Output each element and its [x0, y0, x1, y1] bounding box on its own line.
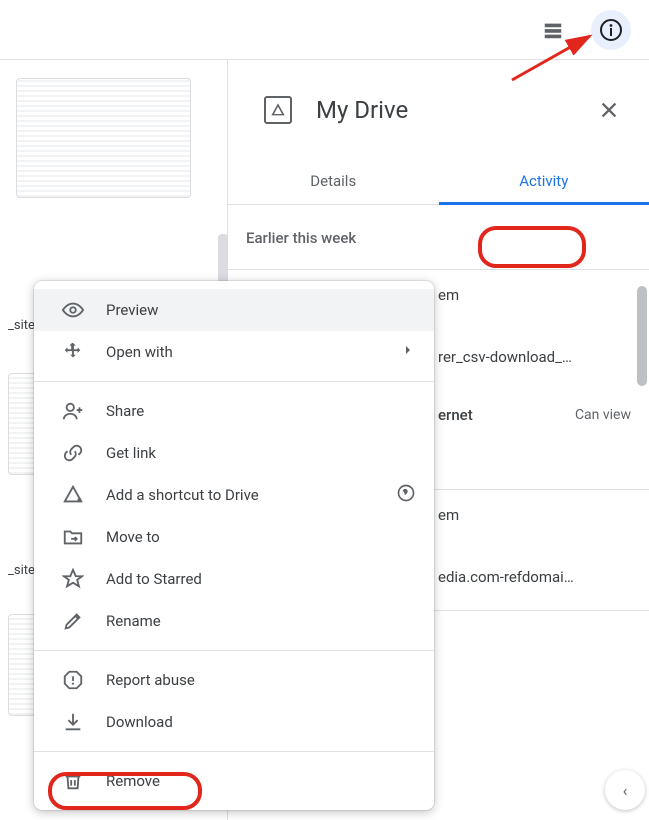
activity-section-label: Earlier this week [228, 205, 649, 270]
person-add-icon [62, 400, 84, 422]
tab-label: Details [310, 172, 356, 190]
report-icon [62, 669, 84, 691]
menu-label: Add a shortcut to Drive [106, 486, 374, 504]
menu-separator [34, 650, 434, 651]
activity-file-name: edia.com-refdomai… [438, 568, 631, 586]
download-icon [62, 711, 84, 733]
menu-item-open-with[interactable]: Open with [34, 331, 434, 373]
info-button[interactable] [591, 10, 631, 50]
activity-file-name: rer_csv-download_… [438, 348, 631, 366]
menu-label: Share [106, 402, 416, 420]
activity-action: em [438, 506, 459, 524]
info-icon [599, 18, 623, 42]
drive-icon [264, 96, 292, 124]
menu-item-report-abuse[interactable]: Report abuse [34, 659, 434, 701]
menu-item-preview[interactable]: Preview [34, 289, 434, 331]
menu-item-get-link[interactable]: Get link [34, 432, 434, 474]
move-arrows-icon [62, 341, 84, 363]
menu-separator [34, 381, 434, 382]
list-view-icon [542, 19, 564, 41]
chevron-right-icon [400, 342, 416, 362]
menu-label: Report abuse [106, 671, 416, 689]
eye-icon [62, 299, 84, 321]
scrollbar-thumb[interactable] [637, 286, 647, 386]
tab-details[interactable]: Details [228, 158, 439, 204]
drive-shortcut-icon [62, 484, 84, 506]
activity-share-target: ernet [438, 406, 473, 424]
menu-label: Add to Starred [106, 570, 416, 588]
menu-item-share[interactable]: Share [34, 390, 434, 432]
menu-separator [34, 751, 434, 752]
tab-label: Activity [519, 172, 568, 190]
star-icon [62, 568, 84, 590]
menu-item-add-starred[interactable]: Add to Starred [34, 558, 434, 600]
close-panel-button[interactable] [589, 90, 629, 130]
menu-item-remove[interactable]: Remove [34, 760, 434, 802]
menu-label: Remove [106, 772, 416, 790]
menu-label: Move to [106, 528, 416, 546]
close-icon [598, 99, 620, 121]
chevron-left-icon: ‹ [623, 781, 628, 800]
menu-item-add-shortcut[interactable]: Add a shortcut to Drive [34, 474, 434, 516]
activity-action: em [438, 286, 459, 304]
activity-permission: Can view [575, 407, 631, 423]
trash-icon [62, 770, 84, 792]
menu-label: Preview [106, 301, 416, 319]
panel-tabs: Details Activity [228, 158, 649, 205]
menu-label: Get link [106, 444, 416, 462]
file-thumbnail[interactable] [16, 78, 191, 198]
panel-header: My Drive [228, 60, 649, 158]
pencil-icon [62, 610, 84, 632]
tab-activity[interactable]: Activity [439, 158, 649, 204]
help-icon[interactable] [396, 483, 416, 507]
context-menu: Preview Open with Share Get link Add a s… [34, 281, 434, 810]
menu-item-rename[interactable]: Rename [34, 600, 434, 642]
list-view-button[interactable] [533, 10, 573, 50]
folder-move-icon [62, 526, 84, 548]
top-toolbar [0, 0, 649, 60]
link-icon [62, 442, 84, 464]
menu-item-download[interactable]: Download [34, 701, 434, 743]
menu-label: Open with [106, 343, 378, 361]
panel-title: My Drive [316, 96, 589, 124]
menu-label: Download [106, 713, 416, 731]
menu-label: Rename [106, 612, 416, 630]
menu-item-move-to[interactable]: Move to [34, 516, 434, 558]
collapse-fab[interactable]: ‹ [605, 770, 645, 810]
